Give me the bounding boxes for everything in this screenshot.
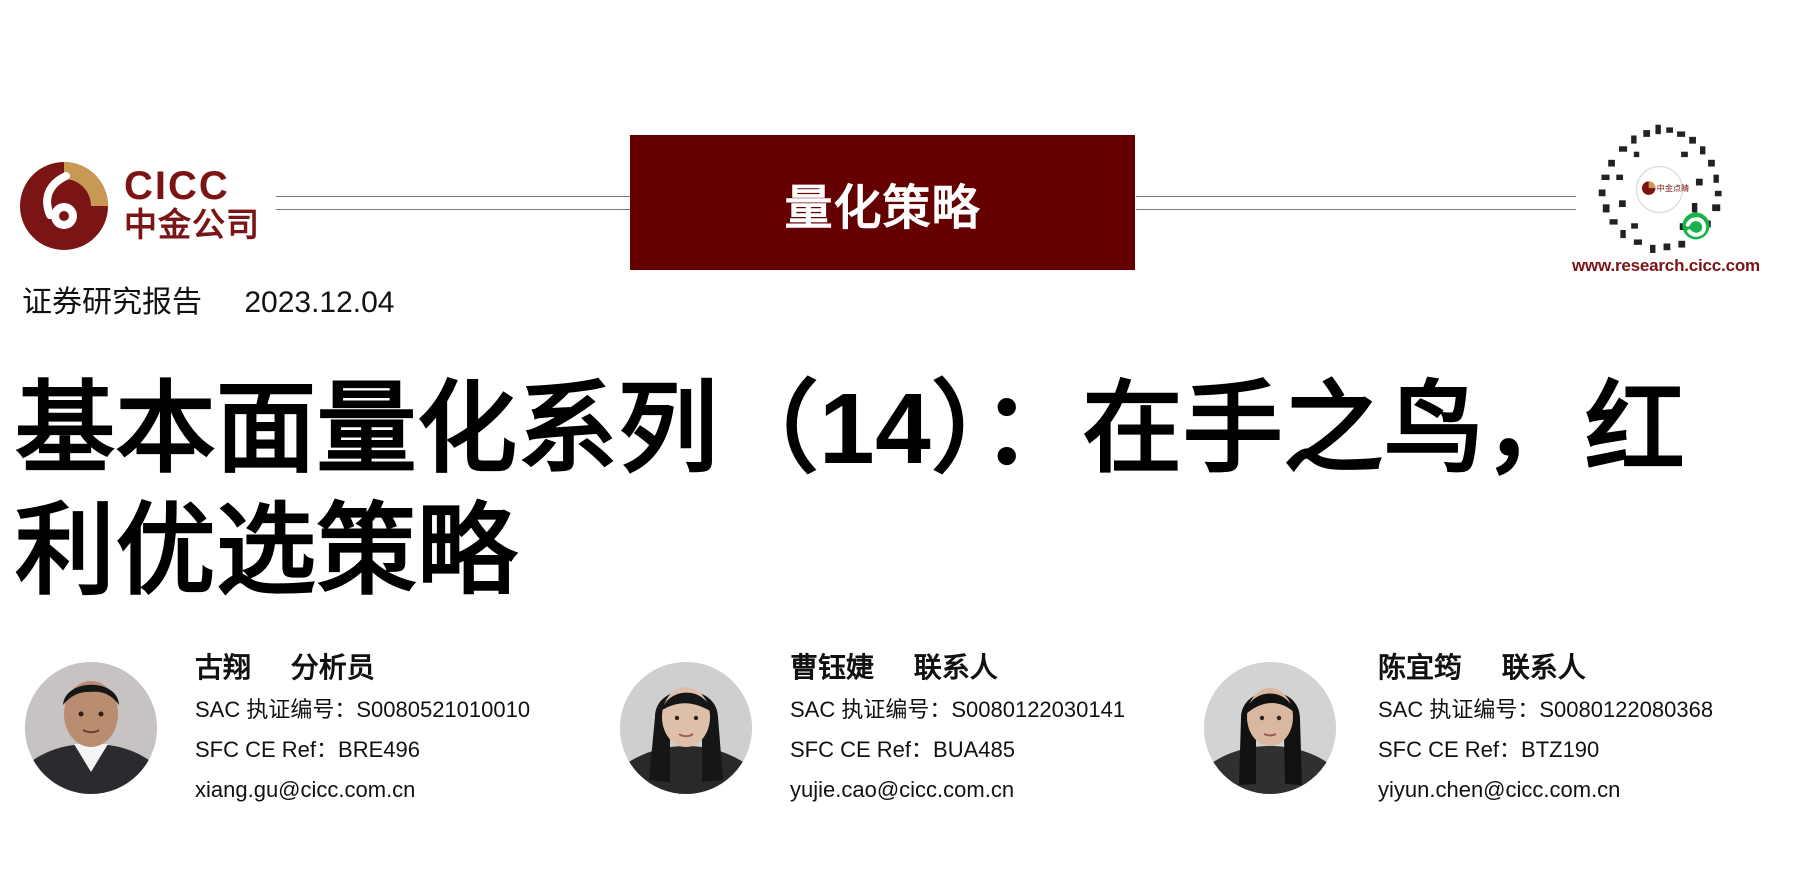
logo-chinese-text: 中金公司	[124, 206, 260, 243]
sfc-reference: SFC CE Ref：BTZ190	[1378, 737, 1600, 762]
author-card: 古翔 分析员 SAC 执证编号：S0080521010010 SFC CE Re…	[25, 650, 585, 810]
author-email[interactable]: yujie.cao@cicc.com.cn	[790, 774, 1210, 806]
report-title: 基本面量化系列（14）：在手之鸟，红利优选策略	[15, 373, 1686, 607]
author-role: 联系人	[913, 652, 998, 683]
author-email[interactable]: xiang.gu@cicc.com.cn	[195, 774, 615, 806]
research-report-cover: CICC 中金公司 量化策略 中金点睛 www.research.cicc.co…	[0, 0, 1808, 872]
authors-section: 古翔 分析员 SAC 执证编号：S0080521010010 SFC CE Re…	[0, 650, 1808, 830]
header-right-bottom-divider	[1136, 209, 1576, 210]
author-role: 分析员	[290, 652, 375, 683]
female-avatar-icon	[1204, 662, 1336, 794]
author-info: 古翔 分析员 SAC 执证编号：S0080521010010 SFC CE Re…	[195, 650, 615, 806]
cicc-logo-icon	[20, 162, 108, 250]
author-name: 陈宜筠	[1378, 652, 1463, 683]
author-email[interactable]: yiyun.chen@cicc.com.cn	[1378, 774, 1798, 806]
svg-text:中金点睛: 中金点睛	[1657, 183, 1689, 193]
author-card: 陈宜筠 联系人 SAC 执证编号：S0080122080368 SFC CE R…	[1204, 650, 1794, 810]
author-name: 曹钰婕	[790, 652, 875, 683]
logo-english-text: CICC	[124, 164, 230, 208]
website-link[interactable]: www.research.cicc.com	[1572, 256, 1782, 276]
report-type: 证券研究报告	[22, 286, 202, 319]
report-date: 2023.12.04	[244, 286, 395, 319]
author-name-line: 古翔 分析员	[195, 650, 615, 686]
author-info: 曹钰婕 联系人 SAC 执证编号：S0080122030141 SFC CE R…	[790, 650, 1210, 806]
header-right-top-divider	[1136, 196, 1576, 197]
author-name: 古翔	[195, 652, 252, 683]
header-left-bottom-divider	[276, 209, 631, 210]
cicc-logo: CICC 中金公司	[18, 160, 268, 252]
author-name-line: 陈宜筠 联系人	[1378, 650, 1798, 686]
sfc-reference: SFC CE Ref：BUA485	[790, 737, 1015, 762]
report-meta-line: 证券研究报告 2023.12.04	[22, 277, 395, 321]
header-left-top-divider	[276, 196, 631, 197]
sac-registration: SAC 执证编号：S0080122080368	[1378, 697, 1714, 722]
author-name-line: 曹钰婕 联系人	[790, 650, 1210, 686]
male-avatar-icon	[25, 662, 157, 794]
sac-registration: SAC 执证编号：S0080122030141	[790, 697, 1126, 722]
female-avatar-icon	[620, 662, 752, 794]
author-role: 联系人	[1501, 652, 1586, 683]
qr-code-icon: 中金点睛	[1598, 124, 1722, 253]
qr-code-block: 中金点睛 www.research.cicc.com	[1572, 122, 1782, 284]
author-card: 曹钰婕 联系人 SAC 执证编号：S0080122030141 SFC CE R…	[620, 650, 1180, 810]
sac-registration: SAC 执证编号：S0080521010010	[195, 697, 531, 722]
author-info: 陈宜筠 联系人 SAC 执证编号：S0080122080368 SFC CE R…	[1378, 650, 1798, 806]
sfc-reference: SFC CE Ref：BRE496	[195, 737, 420, 762]
category-banner: 量化策略	[630, 135, 1135, 270]
